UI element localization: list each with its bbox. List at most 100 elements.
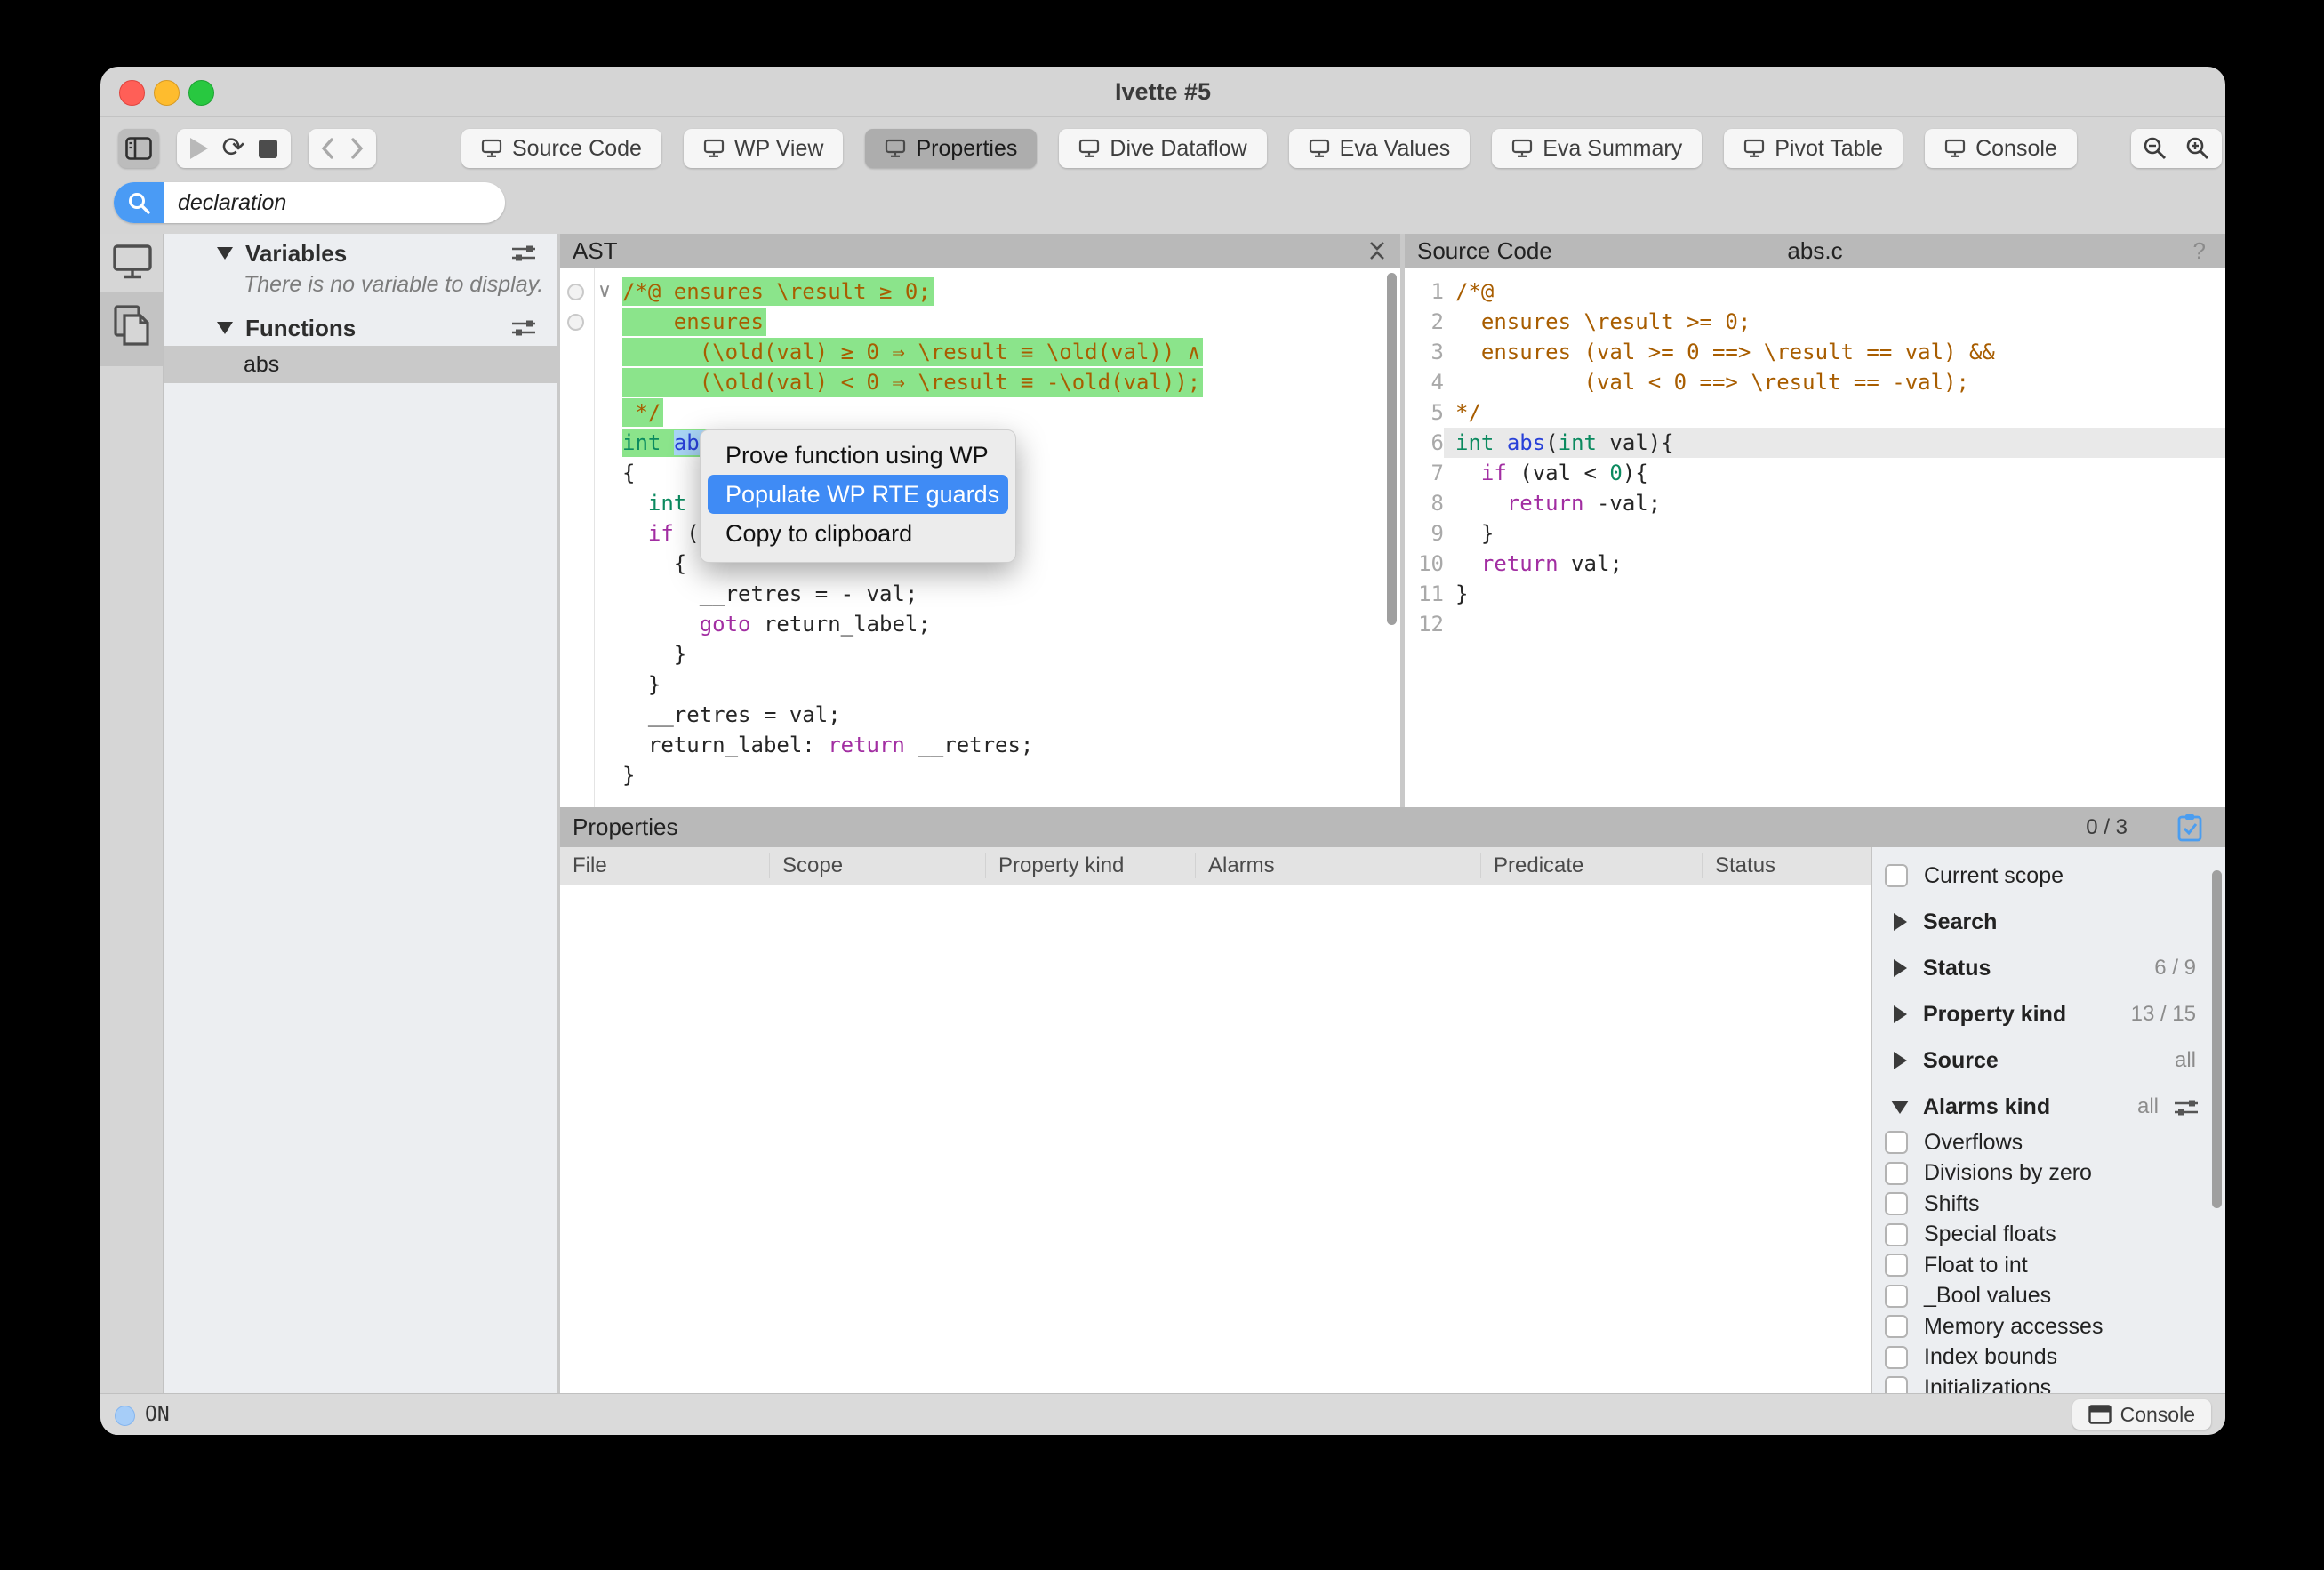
functions-filter-icon[interactable]	[510, 316, 537, 340]
back-icon[interactable]	[320, 137, 334, 160]
alarm-kind-checkbox[interactable]	[1885, 1223, 1908, 1246]
source-code-line[interactable]: 5*/	[1406, 397, 2225, 428]
ast-code-line[interactable]: __retres = val;	[622, 700, 1203, 730]
alarm-kind-special-floats[interactable]: Special floats	[1872, 1221, 2225, 1249]
filter-group-alarms-kind[interactable]: Alarms kindall	[1872, 1089, 2225, 1125]
alarm-kind-label: Memory accesses	[1924, 1314, 2103, 1340]
monitor-view-icon[interactable]	[112, 243, 153, 280]
fold-chevron-icon[interactable]: ∨	[597, 279, 612, 302]
clipboard-check-icon[interactable]	[2177, 813, 2202, 842]
source-code-line[interactable]: 1/*@	[1406, 276, 2225, 307]
properties-panel-header: Properties 0 / 3	[560, 807, 2225, 847]
ast-code-line[interactable]: /*@ ensures \result ≥ 0;	[622, 276, 1203, 307]
filter-group-property-kind[interactable]: Property kind13 / 15	[1872, 997, 2225, 1032]
tab-pivot-table[interactable]: Pivot Table	[1724, 129, 1903, 168]
alarm-kind-initializations[interactable]: Initializations	[1872, 1374, 2225, 1394]
filter-group-source[interactable]: Sourceall	[1872, 1043, 2225, 1078]
alarm-kind-float-to-int[interactable]: Float to int	[1872, 1251, 2225, 1279]
alarm-kind-_bool-values[interactable]: _Bool values	[1872, 1282, 2225, 1310]
alarm-kind-overflows[interactable]: Overflows	[1872, 1128, 2225, 1157]
filters-scrollbar[interactable]	[2212, 870, 2222, 1208]
sidebar-section-functions[interactable]: Functions	[164, 312, 557, 344]
tab-console[interactable]: Console	[1925, 129, 2077, 168]
column-header-status[interactable]: Status	[1703, 853, 1871, 878]
filter-group-status[interactable]: Status6 / 9	[1872, 950, 2225, 986]
function-list-item[interactable]: abs	[164, 346, 557, 383]
ast-code-line[interactable]: }	[622, 760, 1203, 790]
ast-code-line[interactable]: }	[622, 639, 1203, 669]
column-header-predicate[interactable]: Predicate	[1481, 853, 1703, 878]
tab-properties[interactable]: Properties	[865, 129, 1037, 168]
source-code-line[interactable]: 6int abs(int val){	[1406, 428, 2225, 458]
alarm-kind-checkbox[interactable]	[1885, 1192, 1908, 1215]
monitor-icon	[1944, 139, 1966, 158]
column-header-property-kind[interactable]: Property kind	[986, 853, 1196, 878]
console-icon	[2088, 1405, 2112, 1424]
stop-icon[interactable]	[259, 140, 277, 158]
alarm-kind-checkbox[interactable]	[1885, 1285, 1908, 1308]
filter-group-search[interactable]: Search	[1872, 904, 2225, 940]
property-bullet[interactable]	[567, 314, 584, 331]
alarm-kind-checkbox[interactable]	[1885, 1346, 1908, 1369]
alarm-kind-checkbox[interactable]	[1885, 1131, 1908, 1154]
source-code-line[interactable]: 7 if (val < 0){	[1406, 458, 2225, 488]
source-code-line[interactable]: 3 ensures (val >= 0 ==> \result == val) …	[1406, 337, 2225, 367]
alarm-kind-memory-accesses[interactable]: Memory accesses	[1872, 1312, 2225, 1341]
server-status-icon[interactable]	[115, 1406, 135, 1426]
tab-wp-view[interactable]: WP View	[684, 129, 844, 168]
property-bullet[interactable]	[567, 284, 584, 300]
console-button[interactable]: Console	[2072, 1399, 2211, 1430]
source-code-line[interactable]: 9 }	[1406, 518, 2225, 549]
column-header-scope[interactable]: Scope	[770, 853, 986, 878]
column-header-alarms[interactable]: Alarms	[1196, 853, 1481, 878]
tab-eva-values[interactable]: Eva Values	[1289, 129, 1471, 168]
sidebar-section-variables[interactable]: Variables	[164, 237, 557, 269]
tab-eva-summary[interactable]: Eva Summary	[1492, 129, 1702, 168]
help-icon[interactable]: ?	[2193, 237, 2206, 265]
ast-code-line[interactable]: __retres = - val;	[622, 579, 1203, 609]
ast-scrollbar[interactable]	[1387, 273, 1397, 625]
monitor-icon	[1309, 139, 1330, 158]
alarm-kind-checkbox[interactable]	[1885, 1254, 1908, 1277]
tab-source-code[interactable]: Source Code	[461, 129, 661, 168]
source-code-line[interactable]: 10 return val;	[1406, 549, 2225, 579]
ast-code-line[interactable]: ensures	[622, 307, 1203, 337]
variables-filter-icon[interactable]	[510, 242, 537, 265]
ast-code-line[interactable]: */	[622, 397, 1203, 428]
play-icon[interactable]	[190, 138, 208, 159]
alarm-kind-divisions-by-zero[interactable]: Divisions by zero	[1872, 1159, 2225, 1188]
zoom-out-icon[interactable]	[2143, 136, 2168, 161]
collapse-panel-icon[interactable]	[1366, 240, 1388, 261]
search-input[interactable]	[164, 182, 505, 223]
ast-code-line[interactable]: return_label: return __retres;	[622, 730, 1203, 760]
ast-code-line[interactable]: (\old(val) ≥ 0 ⇒ \result ≡ \old(val)) ∧	[622, 337, 1203, 367]
sidebar-toggle-button[interactable]	[118, 129, 159, 168]
ast-code-line[interactable]: (\old(val) < 0 ⇒ \result ≡ -\old(val));	[622, 367, 1203, 397]
context-menu-item[interactable]: Populate WP RTE guards	[708, 475, 1008, 514]
ast-code-line[interactable]: goto return_label;	[622, 609, 1203, 639]
source-filename: abs.c	[1405, 237, 2225, 265]
zoom-in-icon[interactable]	[2185, 136, 2210, 161]
ast-code-line[interactable]: }	[622, 669, 1203, 700]
alarm-kind-checkbox[interactable]	[1885, 1315, 1908, 1338]
alarm-kind-checkbox[interactable]	[1885, 1162, 1908, 1185]
refresh-icon[interactable]: ⟳	[222, 133, 245, 161]
column-header-file[interactable]: File	[560, 853, 770, 878]
tab-dive-dataflow[interactable]: Dive Dataflow	[1059, 129, 1266, 168]
source-code-line[interactable]: 12	[1406, 609, 2225, 639]
forward-icon[interactable]	[350, 137, 365, 160]
documents-view-icon[interactable]	[112, 303, 153, 349]
alarm-kind-shifts[interactable]: Shifts	[1872, 1190, 2225, 1218]
alarm-kind-checkbox[interactable]	[1885, 1376, 1908, 1394]
alarm-kind-index-bounds[interactable]: Index bounds	[1872, 1343, 2225, 1372]
source-code-line[interactable]: 4 (val < 0 ==> \result == -val);	[1406, 367, 2225, 397]
alarms-filter-icon[interactable]	[2173, 1096, 2200, 1119]
source-code-line[interactable]: 2 ensures \result >= 0;	[1406, 307, 2225, 337]
current-scope-checkbox[interactable]	[1885, 864, 1908, 887]
current-scope-filter[interactable]: Current scope	[1872, 858, 2225, 893]
source-code-line[interactable]: 11}	[1406, 579, 2225, 609]
source-code-line[interactable]: 8 return -val;	[1406, 488, 2225, 518]
context-menu-item[interactable]: Copy to clipboard	[701, 514, 1015, 553]
search-icon[interactable]	[114, 182, 164, 223]
context-menu-item[interactable]: Prove function using WP	[701, 436, 1015, 475]
